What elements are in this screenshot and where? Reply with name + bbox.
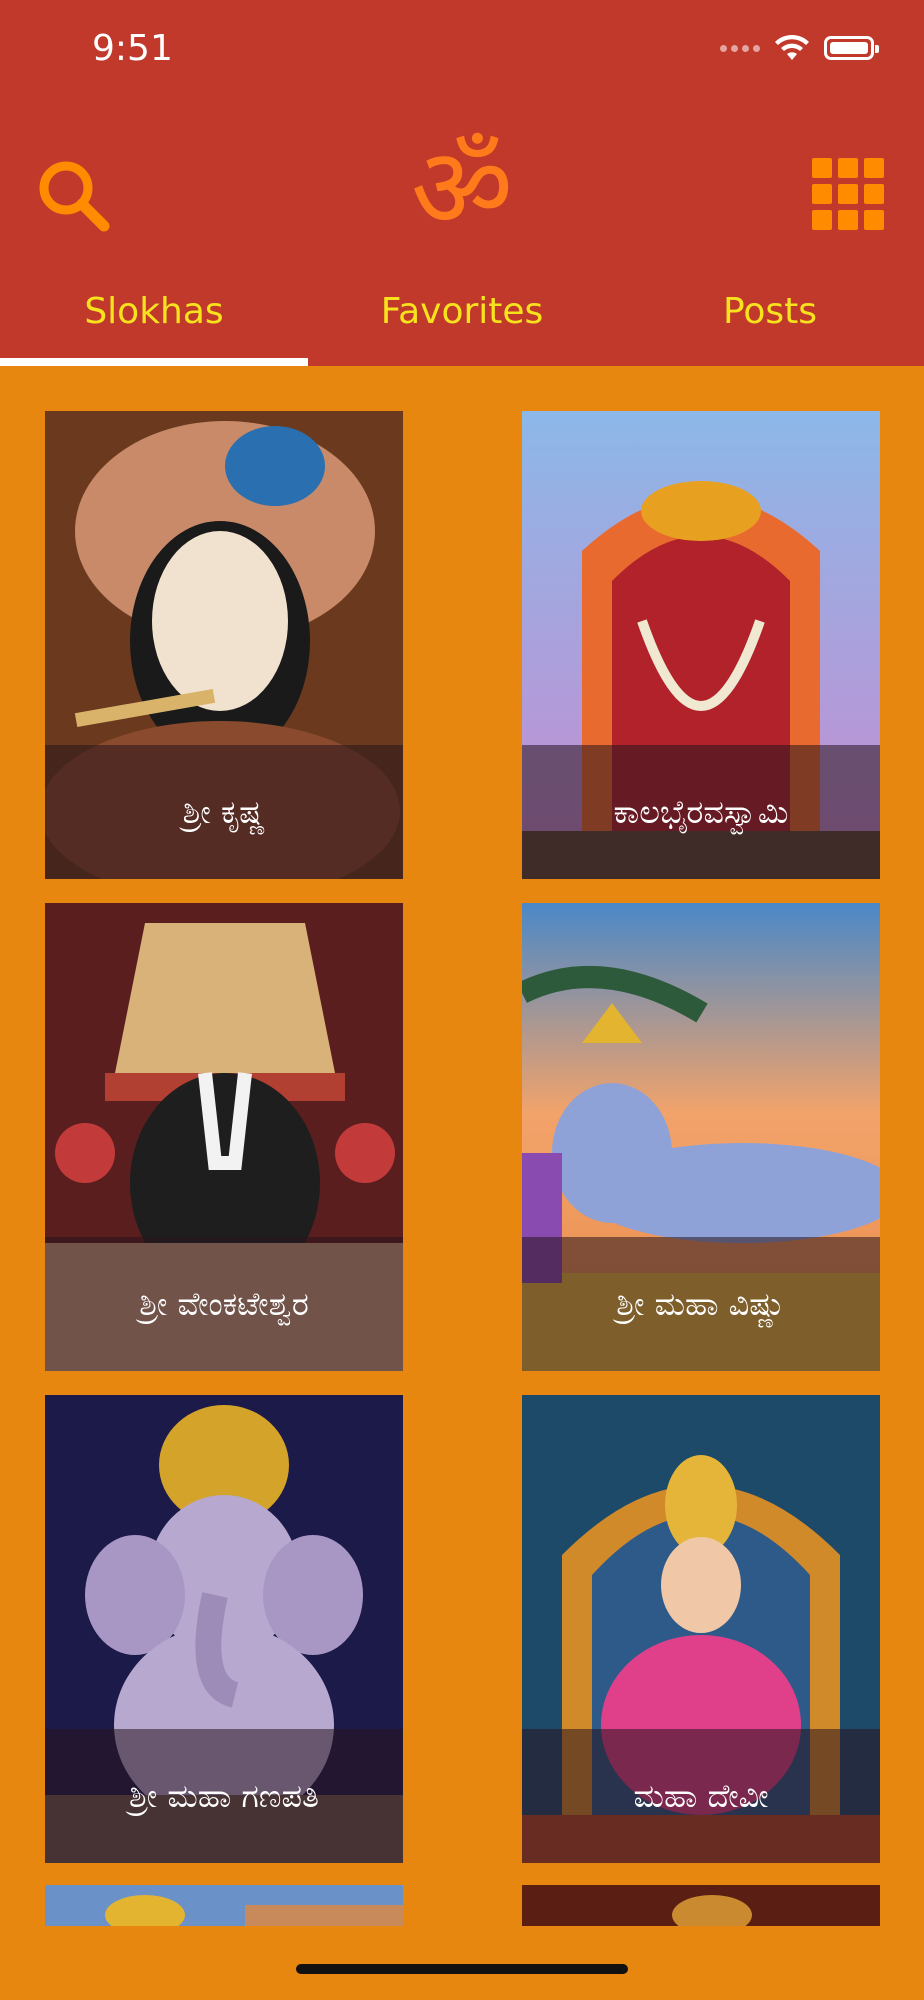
card-title: ಮಹಾ ದೇವೀ — [633, 1776, 769, 1815]
card-title: ಕಾಲಭೈರವಸ್ವಾಮಿ — [613, 792, 789, 831]
search-button[interactable] — [34, 156, 114, 236]
card-partial-right[interactable] — [522, 1885, 880, 1926]
card-label-band: ಶ್ರೀ ವೇಂಕಟೇಶ್ವರ — [45, 1237, 403, 1371]
card-label-band: ಕಾಲಭೈರವಸ್ವಾಮಿ — [522, 745, 880, 879]
card-label-band: ಶ್ರೀ ಕೃಷ್ಣ — [45, 745, 403, 879]
card-maha-ganapathi[interactable]: ಶ್ರೀ ಮಹಾ ಗಣಪತಿ — [45, 1395, 403, 1863]
card-krishna[interactable]: ಶ್ರೀ ಕೃಷ್ಣ — [45, 411, 403, 879]
tab-posts[interactable]: Posts — [616, 276, 924, 366]
cellular-signal-icon — [720, 44, 760, 52]
search-icon — [39, 161, 110, 232]
card-partial-left[interactable] — [45, 1885, 403, 1926]
tab-slokhas[interactable]: Slokhas — [0, 276, 308, 366]
status-time: 9:51 — [92, 28, 173, 69]
wifi-icon — [775, 34, 809, 60]
card-title: ಶ್ರೀ ಮಹಾ ವಿಷ್ಣು — [616, 1284, 786, 1323]
selected-tab-indicator — [0, 358, 308, 366]
deity-grid: ಶ್ರೀ ಕೃಷ್ಣ ಕಾಲಭೈರವಸ್ವಾಮಿ ಶ್ರೀ ವೇಂಕಟೇಶ್ವರ… — [0, 366, 924, 1926]
card-title: ಶ್ರೀ ಮಹಾ ಗಣಪತಿ — [129, 1776, 319, 1815]
card-venkateshwara[interactable]: ಶ್ರೀ ವೇಂಕಟೇಶ್ವರ — [45, 903, 403, 1371]
card-partial-image — [45, 1885, 403, 1926]
card-label-band: ಶ್ರೀ ಮಹಾ ವಿಷ್ಣು — [522, 1237, 880, 1371]
card-kalabhairava[interactable]: ಕಾಲಭೈರವಸ್ವಾಮಿ — [522, 411, 880, 879]
home-indicator[interactable] — [296, 1964, 628, 1974]
app-header: 9:51 ॐ Slokhas Favorites Posts — [0, 0, 924, 366]
card-label-band: ಮಹಾ ದೇವೀ — [522, 1729, 880, 1863]
card-label-band: ಶ್ರೀ ಮಹಾ ಗಣಪತಿ — [45, 1729, 403, 1863]
status-indicators — [720, 34, 879, 62]
card-partial-image — [522, 1885, 880, 1926]
card-title: ಶ್ರೀ ವೇಂಕಟೇಶ್ವರ — [139, 1284, 309, 1323]
grid-menu-icon — [812, 158, 832, 178]
grid-menu-button[interactable] — [812, 158, 888, 234]
battery-icon — [824, 36, 879, 60]
card-title: ಶ್ರೀ ಕೃಷ್ಣ — [182, 792, 266, 831]
om-icon: ॐ — [410, 124, 514, 254]
card-maha-devi[interactable]: ಮಹಾ ದೇವೀ — [522, 1395, 880, 1863]
card-maha-vishnu[interactable]: ಶ್ರೀ ಮಹಾ ವಿಷ್ಣು — [522, 903, 880, 1371]
tab-favorites[interactable]: Favorites — [308, 276, 616, 366]
tab-bar: Slokhas Favorites Posts — [0, 276, 924, 366]
